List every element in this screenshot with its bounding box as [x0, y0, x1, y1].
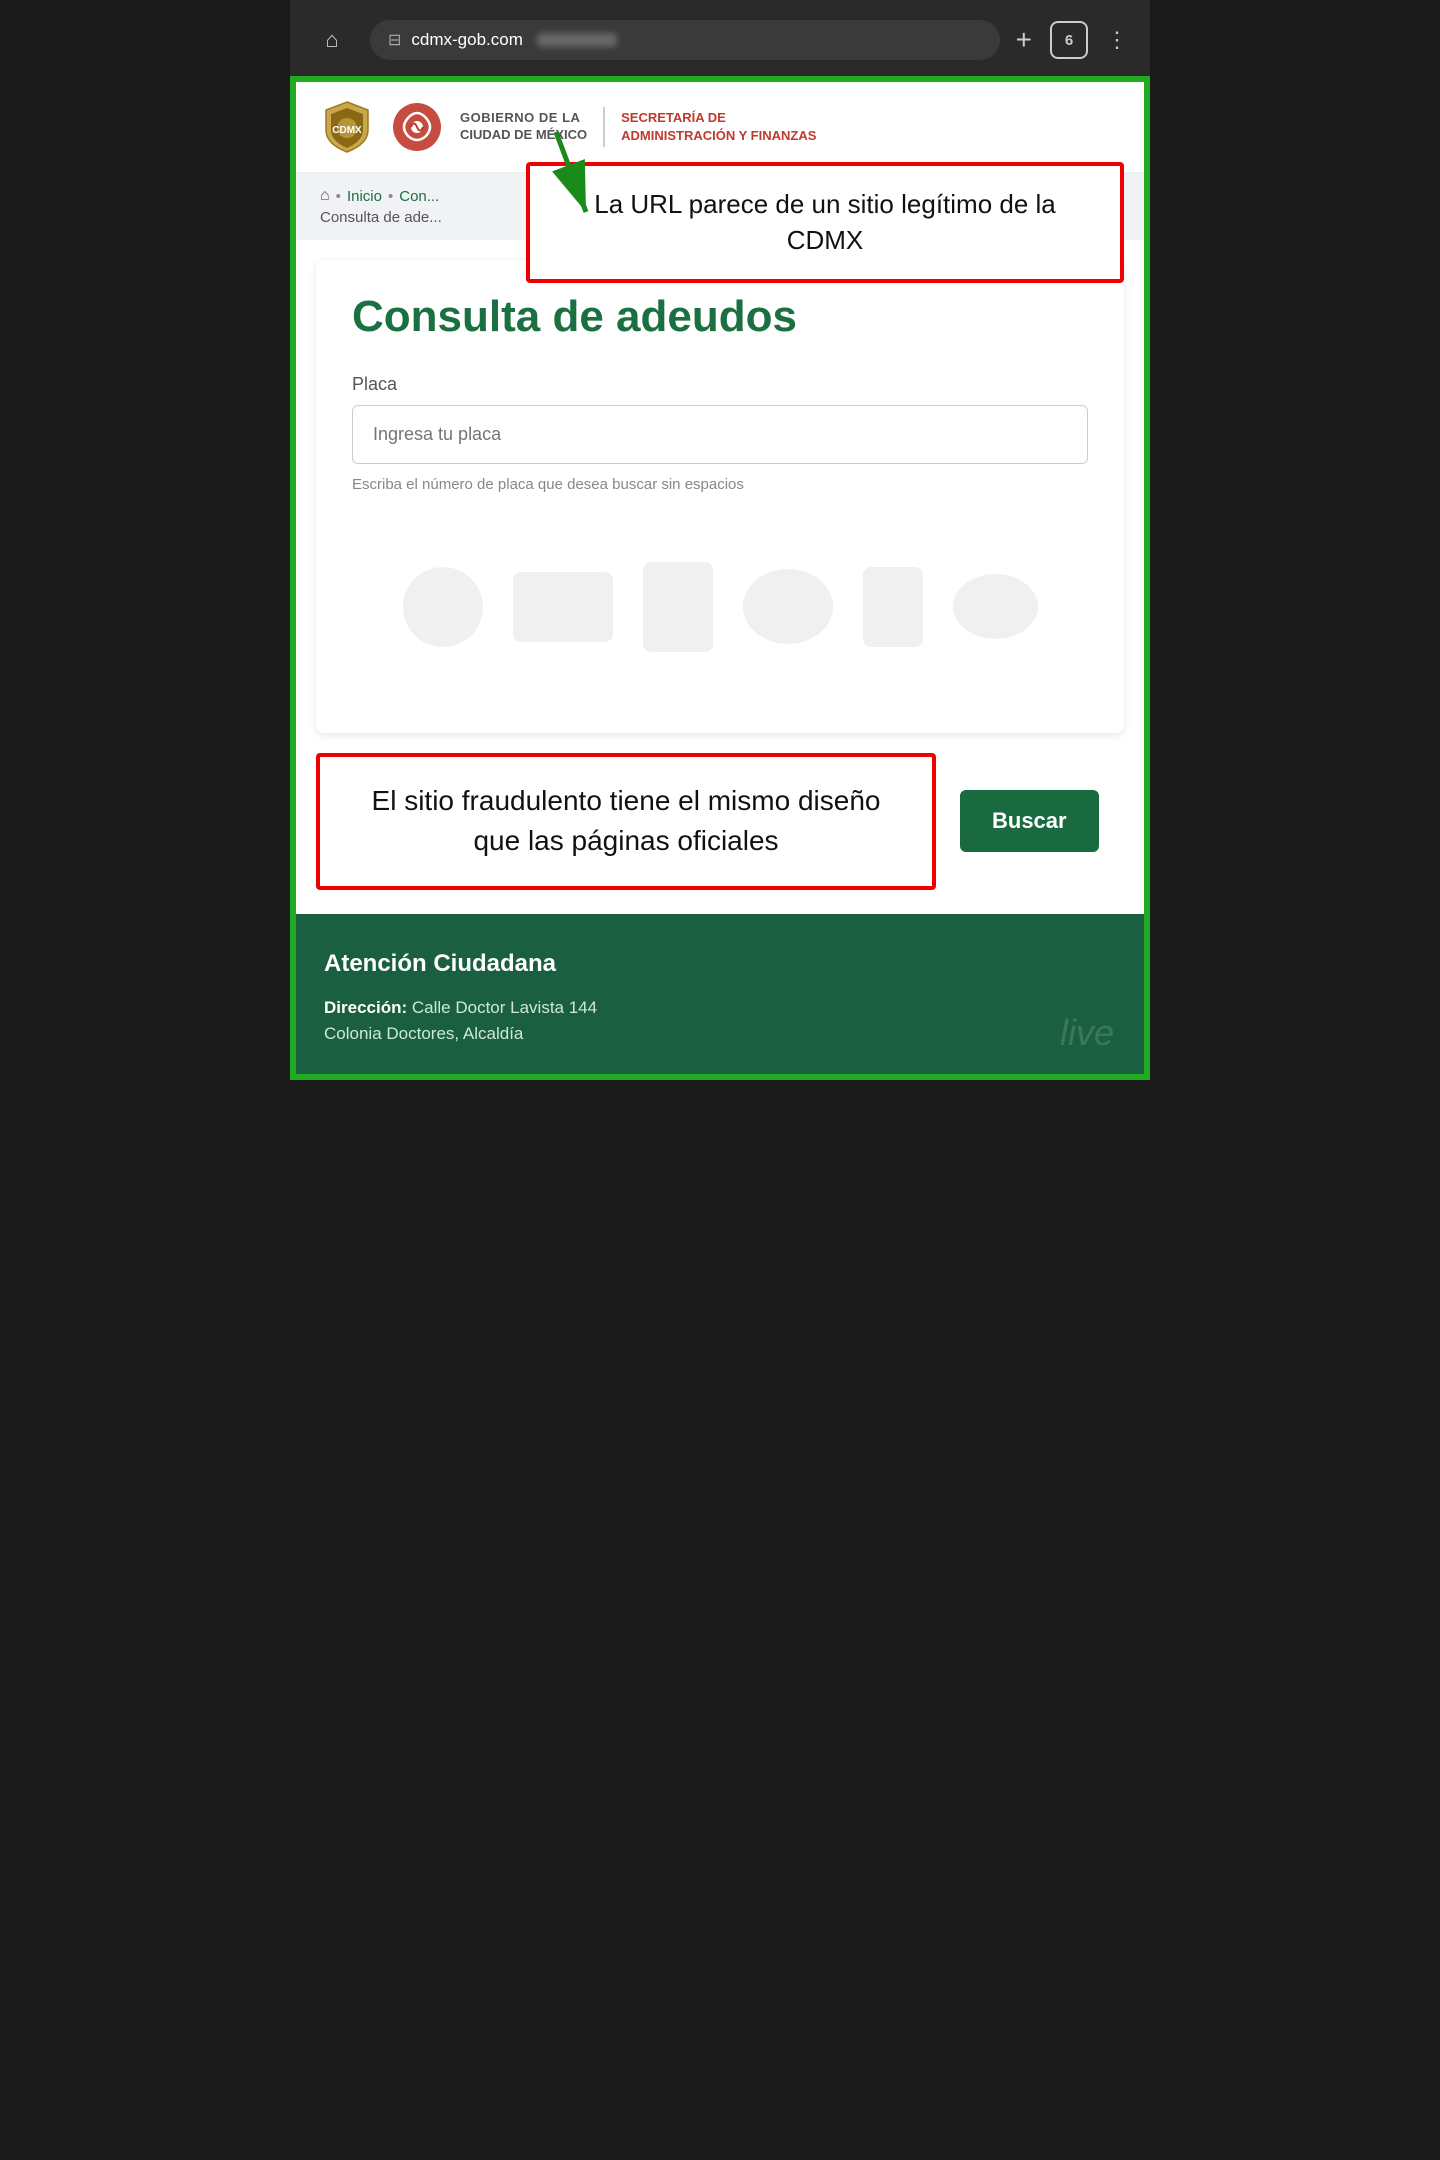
browser-chrome: ⌂ ⊟ cdmx-gob.com + 6 ⋮ — [290, 0, 1150, 76]
svg-text:CDMX: CDMX — [332, 125, 362, 136]
header-divider — [603, 107, 605, 147]
footer-address-row: Dirección: Calle Doctor Lavista 144 — [324, 998, 1116, 1018]
home-button[interactable]: ⌂ — [310, 18, 354, 62]
footer-colonia: Colonia Doctores, Alcaldía — [324, 1024, 523, 1043]
tabs-count: 6 — [1065, 32, 1073, 49]
url-bar[interactable]: ⊟ cdmx-gob.com — [370, 20, 1000, 60]
footer-colonia-row: Colonia Doctores, Alcaldía — [324, 1024, 1116, 1044]
callout-fraud-box: El sitio fraudulento tiene el mismo dise… — [316, 753, 936, 890]
form-hint: Escriba el número de placa que desea bus… — [352, 474, 1088, 497]
footer-address-label: Dirección: — [324, 998, 407, 1017]
secretaria-text: SECRETARÍA DE ADMINISTRACIÓN Y FINANZAS — [621, 109, 816, 145]
url-text: cdmx-gob.com — [411, 30, 522, 50]
buscar-btn-area: Buscar — [936, 753, 1099, 890]
browser-actions: + 6 ⋮ — [1016, 21, 1130, 59]
home-icon: ⌂ — [325, 27, 338, 53]
bottom-section: El sitio fraudulento tiene el mismo dise… — [316, 753, 1124, 890]
watermark-area — [352, 517, 1088, 697]
gov-line1: GOBIERNO DE LA — [460, 110, 587, 127]
page-title: Consulta de adeudos — [352, 292, 1088, 342]
footer-title: Atención Ciudadana — [324, 950, 1116, 978]
breadcrumb-sep2: • — [388, 188, 393, 205]
menu-button[interactable]: ⋮ — [1106, 27, 1130, 53]
main-content-card: Consulta de adeudos Placa Escriba el núm… — [316, 260, 1124, 733]
url-blur — [537, 33, 617, 47]
page-wrapper: La URL parece de un sitio legítimo de la… — [290, 76, 1150, 1080]
header-gov-text: GOBIERNO DE LA CIUDAD DE MÉXICO — [460, 110, 587, 144]
form-group: Placa Escriba el número de placa que des… — [352, 374, 1088, 497]
callout-fraud-text: El sitio fraudulento tiene el mismo dise… — [352, 781, 900, 862]
shield-logo: CDMX — [320, 100, 374, 154]
breadcrumb-con[interactable]: Con... — [399, 188, 439, 205]
cdmx-logo — [390, 100, 444, 154]
sec-line2: ADMINISTRACIÓN Y FINANZAS — [621, 127, 816, 145]
buscar-button[interactable]: Buscar — [960, 790, 1099, 852]
breadcrumb-inicio[interactable]: Inicio — [347, 188, 382, 205]
tabs-button[interactable]: 6 — [1050, 21, 1088, 59]
site-footer: Atención Ciudadana Dirección: Calle Doct… — [296, 914, 1144, 1074]
placa-input[interactable] — [352, 405, 1088, 464]
gov-line2: CIUDAD DE MÉXICO — [460, 127, 587, 144]
footer-watermark: live — [1060, 1012, 1114, 1054]
site-header: CDMX GOBIERNO DE LA CIUDAD DE MÉXICO SEC… — [296, 82, 1144, 173]
url-security-icon: ⊟ — [388, 30, 401, 50]
placa-label: Placa — [352, 374, 1088, 395]
callout-url-text: La URL parece de un sitio legítimo de la… — [594, 189, 1056, 255]
callout-url-box: La URL parece de un sitio legítimo de la… — [526, 162, 1124, 283]
breadcrumb-sep1: • — [336, 188, 341, 205]
footer-address-value: Calle Doctor Lavista 144 — [412, 998, 597, 1017]
breadcrumb-home-icon[interactable]: ⌂ — [320, 187, 330, 205]
add-tab-button[interactable]: + — [1016, 26, 1032, 54]
sec-line1: SECRETARÍA DE — [621, 109, 816, 127]
